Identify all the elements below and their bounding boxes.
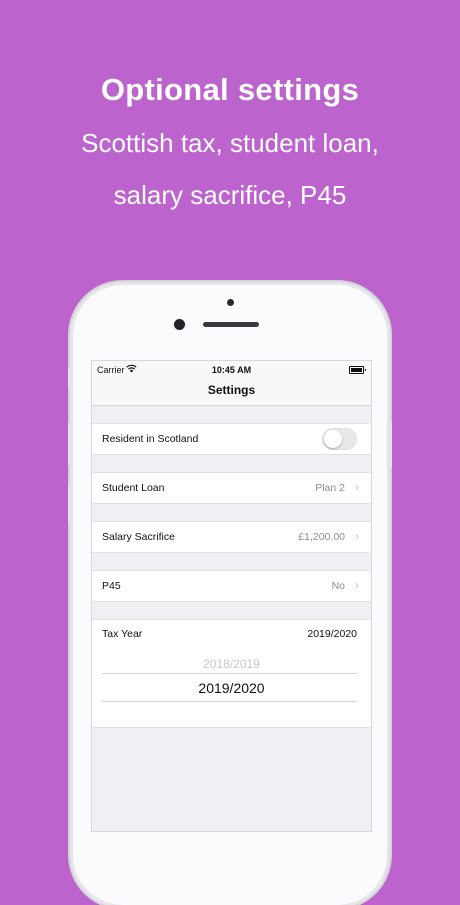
p45-label: P45 (102, 580, 121, 592)
toggle-knob (324, 430, 342, 448)
promo-subline-2: salary sacrifice, P45 (113, 180, 347, 210)
front-camera (174, 319, 185, 330)
settings-row-salary-sacrifice[interactable]: Salary Sacrifice £1,200.00 › (92, 521, 371, 553)
camera-dot (227, 299, 234, 306)
status-bar: Carrier 10:45 AM (92, 361, 371, 379)
scotland-label: Resident in Scotland (102, 433, 199, 445)
nav-title: Settings (92, 379, 371, 406)
speaker-grille (203, 322, 259, 327)
promo-headline: Optional settings (100, 72, 360, 107)
chevron-right-icon: › (355, 480, 359, 494)
tax-year-label: Tax Year (102, 628, 143, 640)
promo-subline-1: Scottish tax, student loan, (81, 128, 379, 158)
battery-icon (349, 366, 366, 374)
student-loan-label: Student Loan (102, 482, 165, 494)
picker-option-previous[interactable]: 2018/2019 (92, 657, 371, 671)
settings-row-scotland: Resident in Scotland (92, 423, 371, 455)
status-time: 10:45 AM (211, 365, 252, 375)
tax-year-value: 2019/2020 (307, 628, 357, 640)
picker-divider (102, 673, 357, 674)
p45-value: No (331, 580, 345, 592)
phone-screen: Carrier 10:45 AM Settings Resident in Sc… (91, 360, 372, 832)
chevron-right-icon: › (355, 578, 359, 592)
chevron-right-icon: › (355, 529, 359, 543)
scotland-toggle[interactable] (322, 428, 357, 450)
volume-up-button (68, 422, 71, 466)
picker-option-selected[interactable]: 2019/2020 (92, 680, 371, 696)
settings-row-student-loan[interactable]: Student Loan Plan 2 › (92, 472, 371, 504)
student-loan-value: Plan 2 (315, 482, 345, 494)
settings-row-p45[interactable]: P45 No › (92, 570, 371, 602)
salary-sacrifice-label: Salary Sacrifice (102, 531, 175, 543)
volume-down-button (68, 482, 71, 526)
power-button (389, 422, 392, 468)
mute-switch (68, 367, 71, 389)
settings-row-tax-year: Tax Year 2019/2020 2018/2019 2019/2020 (92, 619, 371, 728)
picker-divider (102, 701, 357, 702)
salary-sacrifice-value: £1,200.00 (298, 531, 345, 543)
